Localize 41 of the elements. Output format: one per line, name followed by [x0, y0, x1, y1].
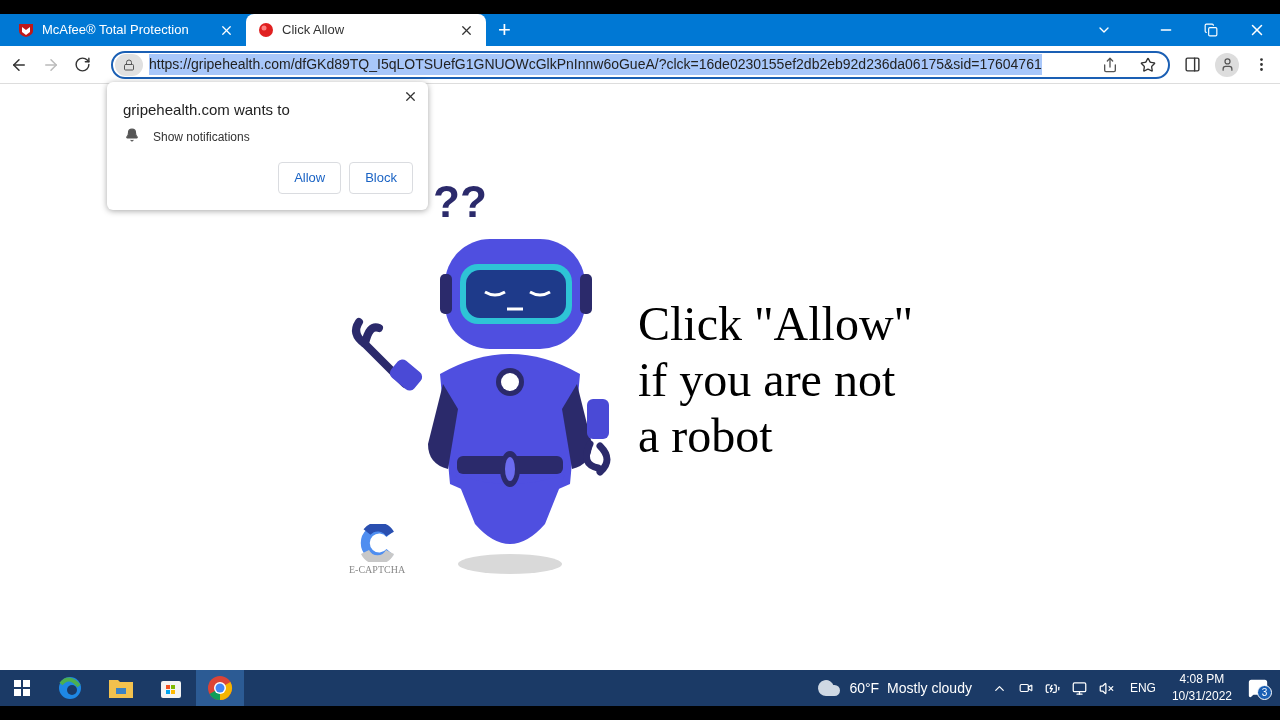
new-tab-button[interactable]: + [486, 14, 523, 46]
popup-action-button[interactable]: Allow [278, 162, 342, 194]
muted-speaker-icon[interactable] [1098, 680, 1114, 696]
tab-title: McAfee® Total Protection [42, 21, 190, 40]
address-bar[interactable]: https://gripehealth.com/dfGKd89TQ_I5qLOTSUefG1GNUOWcGlkPnInnw6oGueA/?clck=16de0230155ef2db2eb92d236da06175&sid=17604761 [111, 50, 1170, 79]
chrome-taskbar-button[interactable] [196, 670, 244, 706]
site-favicon-icon [258, 22, 274, 38]
clock-date: 10/31/2022 [1171, 688, 1232, 705]
weather-temperature[interactable]: 60°F [849, 677, 880, 699]
captcha-label: E-CAPTCHA [349, 563, 406, 577]
question-marks: ?? [433, 180, 487, 224]
side-panel-icon[interactable] [1184, 56, 1201, 73]
clock-time: 4:08 PM [1179, 671, 1225, 688]
tab-title: Click Allow [282, 21, 346, 40]
close-icon[interactable] [403, 89, 418, 104]
headline: Click "Allow" if you are not a robot [638, 296, 914, 464]
url-text: https://gripehealth.com/dfGKd89TQ_I5qLOTSUefG1GNUOWcGlkPnInnw6oGueA/?clck=16de0230155ef2db2eb92d236da06175&sid=17604761 [149, 54, 1042, 75]
shield-logo-icon [18, 22, 34, 38]
network-icon[interactable] [1071, 680, 1087, 696]
chrome-logo-icon [207, 675, 233, 701]
folder-icon[interactable] [109, 678, 133, 698]
share-icon[interactable] [1102, 56, 1118, 73]
lock-icon[interactable] [115, 53, 143, 76]
camera-icon[interactable] [1018, 681, 1033, 695]
profile-icon[interactable] [1215, 52, 1239, 77]
popup-title: gripehealth.com wants to [123, 100, 290, 120]
bell-icon [125, 128, 139, 142]
captcha-logo-icon [359, 524, 396, 562]
popup-action-button[interactable]: Block [349, 162, 413, 194]
windows-start-icon[interactable] [14, 680, 30, 696]
browser-tab[interactable]: McAfee® Total Protection [6, 14, 246, 46]
edge-browser-icon[interactable] [58, 676, 82, 700]
reload-icon[interactable] [74, 56, 91, 73]
weather-condition[interactable]: Mostly cloudy [887, 677, 972, 699]
permission-text: Show notifications [153, 129, 250, 146]
clock[interactable]: 4:08 PM 10/31/2022 [1171, 671, 1232, 705]
language-indicator[interactable]: ENG [1129, 679, 1156, 697]
bookmark-star-icon[interactable] [1140, 56, 1156, 73]
browser-tab[interactable]: Click Allow [246, 14, 486, 46]
notification-count: 3 [1257, 685, 1272, 700]
restore-icon[interactable] [1204, 23, 1218, 37]
